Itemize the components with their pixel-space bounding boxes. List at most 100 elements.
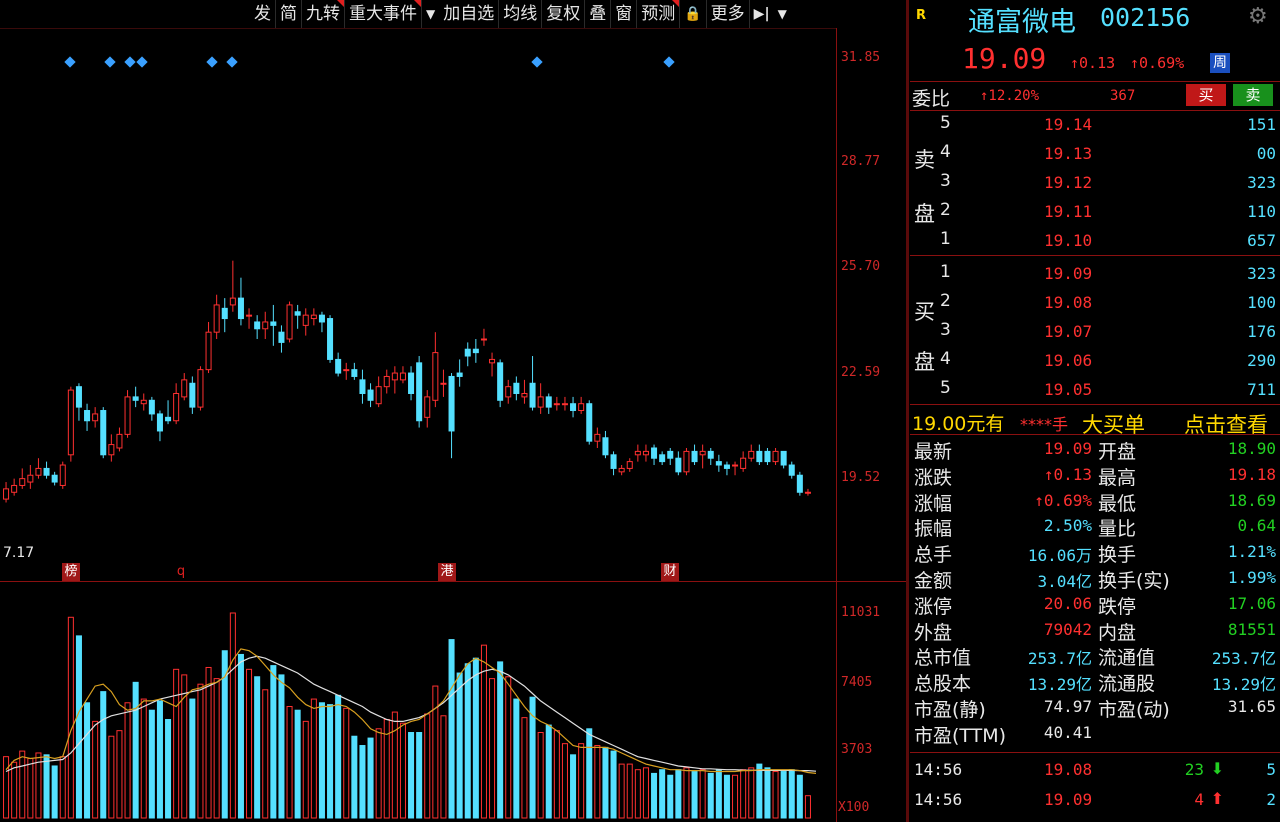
toolbar-item-more[interactable]: 更多 (707, 0, 750, 28)
toolbar-label: 简 (280, 4, 297, 24)
more-dropdown-icon[interactable]: ▼ (774, 7, 791, 21)
toolbar-item-add-watchlist[interactable]: 加自选 (439, 0, 500, 28)
exit-icon[interactable]: ▶| (750, 6, 774, 22)
ask-price: 19.12 (1044, 173, 1093, 192)
volume-bar (116, 730, 123, 819)
volume-bar (545, 724, 552, 819)
volume-axis-label: 3703 (841, 742, 873, 757)
bid-price: 19.08 (1044, 293, 1093, 312)
quote-panel: R 通富微电 002156 ⚙ 19.09 ↑0.13 ↑0.69% 周 委比 … (910, 0, 1280, 822)
volume-bar (464, 663, 471, 819)
volume-bar (780, 771, 787, 819)
volume-bar (586, 728, 593, 819)
candle-body (229, 297, 236, 306)
candle-body (205, 331, 212, 371)
candle-body (278, 331, 285, 343)
toolbar-item-moving-average[interactable]: 均线 (499, 0, 543, 28)
sell-button[interactable]: 卖 (1233, 84, 1273, 106)
event-tag[interactable]: q (175, 563, 187, 581)
toolbar-item-window[interactable]: 窗 (611, 0, 638, 28)
volume-bar (804, 795, 811, 819)
ask-level: 2 (940, 200, 951, 220)
ask-volume: 657 (1247, 231, 1276, 250)
chart-toolbar: 发 简 九转 重大事件 ▼ 加自选 均线 复权 叠 窗 预测 🔒 更多 ▶| ▼ (250, 0, 836, 28)
signal-diamond-icon (531, 56, 543, 68)
ask-level: 4 (940, 142, 951, 162)
stat-label: 市盈(静) (914, 699, 986, 721)
candle-body (43, 467, 50, 476)
toolbar-label: 发 (254, 4, 271, 24)
candle-body (262, 321, 269, 330)
toolbar-item-major-events[interactable]: 重大事件 (345, 0, 422, 28)
signal-diamond-icon (226, 56, 238, 68)
volume-axis-label: 11031 (841, 605, 881, 620)
candle-body (707, 450, 714, 459)
bid-level: 4 (940, 349, 951, 369)
candle-body (189, 382, 196, 408)
stat-value: 0.64 (1237, 516, 1276, 536)
ask-level: 3 (940, 171, 951, 191)
volume-bar (59, 756, 66, 819)
candle-body (642, 450, 649, 456)
candle-body (489, 358, 496, 364)
event-tag[interactable]: 财 (661, 563, 679, 581)
stat-value: 19.18 (1227, 464, 1276, 484)
kline-chart[interactable] (0, 28, 836, 822)
toolbar-item-overlay[interactable]: 叠 (585, 0, 612, 28)
stat-label: 换手(实) (1098, 570, 1170, 592)
ask-volume: 323 (1247, 173, 1276, 192)
stat-value: 1.99% (1227, 568, 1276, 587)
price-axis-label: 28.77 (841, 154, 881, 169)
candle-body (75, 386, 82, 408)
chart-right-border (836, 28, 837, 822)
event-tag[interactable]: 港 (438, 563, 456, 581)
volume-bar (561, 743, 568, 819)
candle-body (480, 338, 487, 341)
candle-body (748, 450, 755, 459)
stat-label: 最低 (1098, 492, 1137, 515)
volume-bar (610, 750, 617, 819)
major-events-dropdown-icon[interactable]: ▼ (422, 7, 439, 21)
volume-bar (375, 728, 382, 819)
volume-bar (367, 737, 374, 819)
stat-value: 18.69 (1227, 490, 1276, 510)
candle-body (294, 311, 301, 316)
toolbar-item-adjust[interactable]: 复权 (542, 0, 586, 28)
volume-bar (399, 722, 406, 819)
toolbar-item-jiuzhuan[interactable]: 九转 (302, 0, 345, 28)
bid-volume: 323 (1247, 264, 1276, 283)
candle-body (108, 444, 115, 456)
week-badge[interactable]: 周 (1210, 53, 1230, 73)
toolbar-item-forecast[interactable]: 预测 (637, 0, 681, 28)
volume-bar (213, 678, 220, 819)
event-tag[interactable]: 榜 (62, 563, 80, 581)
toolbar-item-jian[interactable]: 简 (276, 0, 302, 28)
volume-bar (254, 676, 261, 819)
stat-value: 3.04亿 (1037, 572, 1092, 591)
candle-body (391, 372, 398, 381)
tick-volume: 23 (1184, 760, 1204, 779)
volume-bar (270, 665, 277, 819)
candle-body (375, 386, 382, 405)
price-axis-label: 25.70 (841, 259, 881, 274)
settings-gear-icon[interactable]: ⚙ (1248, 4, 1268, 29)
candle-body (124, 396, 131, 435)
stat-value: ↑0.13 (1043, 464, 1092, 484)
candle-body (197, 369, 204, 408)
candle-body (537, 396, 544, 408)
candle-body (456, 372, 463, 377)
candle-body (440, 382, 447, 385)
arrow-up-icon: ⬆ (1210, 789, 1224, 808)
volume-bar (796, 774, 803, 819)
ask-price: 19.11 (1044, 202, 1093, 221)
volume-bar (578, 743, 585, 819)
lock-icon[interactable]: 🔒 (680, 0, 707, 28)
bid-volume: 290 (1247, 351, 1276, 370)
toolbar-item-fa[interactable]: 发 (250, 0, 276, 28)
candle-body (675, 457, 682, 473)
stat-label: 最新 (914, 441, 953, 463)
buy-button[interactable]: 买 (1186, 84, 1226, 106)
candle-body (383, 375, 390, 388)
candle-body (237, 297, 244, 320)
last-price: 19.09 (962, 42, 1047, 75)
